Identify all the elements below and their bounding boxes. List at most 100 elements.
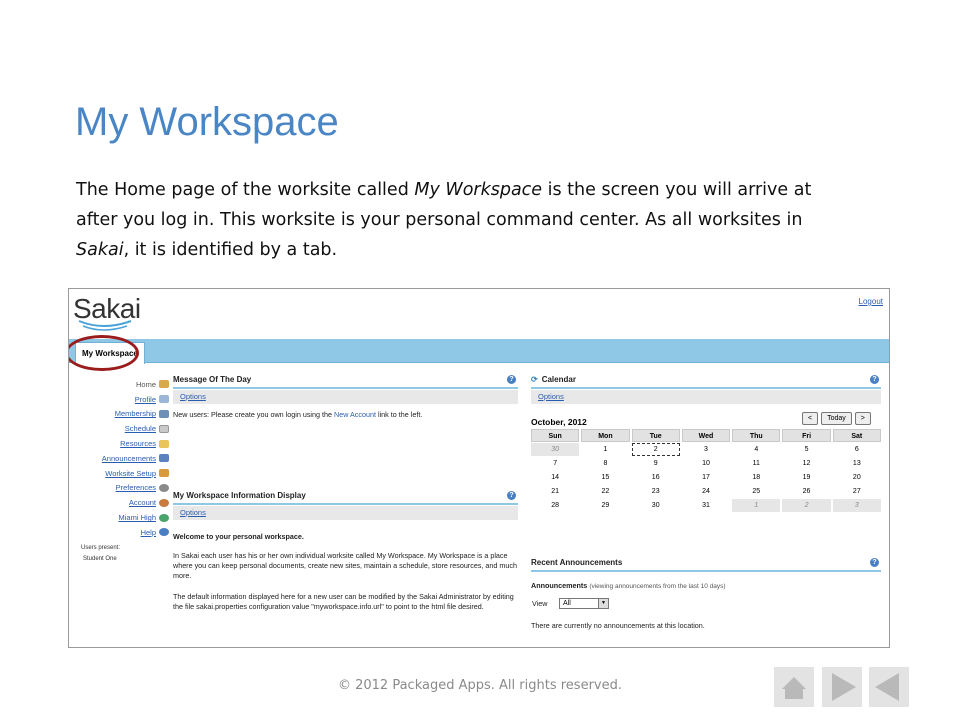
home-icon bbox=[782, 677, 806, 699]
calendar-day[interactable]: 23 bbox=[632, 485, 680, 498]
logout-link[interactable]: Logout bbox=[859, 297, 883, 306]
calendar-day[interactable]: 7 bbox=[531, 457, 579, 470]
sakai-swoosh-icon bbox=[78, 320, 132, 331]
motd-options-bar: Options bbox=[173, 390, 518, 404]
nav-worksite-setup-label: Worksite Setup bbox=[105, 468, 156, 478]
motd-options-link[interactable]: Options bbox=[180, 392, 206, 401]
nav-membership[interactable]: Membership bbox=[69, 407, 169, 422]
nav-miami-high[interactable]: Miami High bbox=[69, 510, 169, 525]
motd-text-b: link to the left. bbox=[375, 410, 423, 419]
motd-text: New users: Please create you own login u… bbox=[173, 410, 518, 420]
weekday-fri: Fri bbox=[782, 429, 831, 442]
nav-worksite-setup[interactable]: Worksite Setup bbox=[69, 466, 169, 481]
nav-schedule[interactable]: Schedule bbox=[69, 421, 169, 436]
sakai-logo: Sakai bbox=[73, 293, 143, 335]
motd-title: Message Of The Day bbox=[173, 375, 252, 384]
calendar-day[interactable]: 3 bbox=[832, 499, 881, 512]
calendar-day[interactable]: 2 bbox=[782, 499, 831, 512]
nav-home[interactable]: Home bbox=[69, 377, 169, 392]
calendar-options-bar: Options bbox=[531, 390, 881, 404]
nav-resources-label: Resources bbox=[120, 439, 156, 449]
calendar-day[interactable]: 18 bbox=[732, 471, 780, 484]
next-slide-button[interactable] bbox=[822, 667, 862, 707]
calendar-day-today[interactable]: 2 bbox=[631, 443, 680, 456]
weekday-sun: Sun bbox=[531, 429, 580, 442]
calendar-day[interactable]: 20 bbox=[833, 471, 881, 484]
calendar-day[interactable]: 17 bbox=[682, 471, 730, 484]
nav-profile[interactable]: Profile bbox=[69, 392, 169, 407]
nav-announcements[interactable]: Announcements bbox=[69, 451, 169, 466]
calendar-day[interactable]: 13 bbox=[833, 457, 881, 470]
calendar-day[interactable]: 9 bbox=[632, 457, 680, 470]
calendar-day[interactable]: 22 bbox=[581, 485, 629, 498]
calendar-day[interactable]: 6 bbox=[833, 443, 881, 456]
refresh-icon[interactable]: ⟳ bbox=[531, 375, 538, 384]
announcements-header: Recent Announcements ? bbox=[531, 556, 881, 572]
play-right-icon bbox=[832, 673, 856, 701]
motd-text-a: New users: Please create you own login u… bbox=[173, 410, 335, 419]
info-options-link[interactable]: Options bbox=[180, 508, 206, 517]
calendar-day[interactable]: 1 bbox=[581, 443, 629, 456]
view-select[interactable]: All ▼ bbox=[559, 598, 609, 609]
calendar-day[interactable]: 12 bbox=[782, 457, 830, 470]
calendar-day[interactable]: 8 bbox=[581, 457, 629, 470]
calendar-day[interactable]: 30 bbox=[632, 499, 680, 512]
calendar-day[interactable]: 1 bbox=[732, 499, 781, 512]
nav-resources[interactable]: Resources bbox=[69, 436, 169, 451]
announcements-help-icon[interactable]: ? bbox=[870, 558, 879, 567]
calendar-help-icon[interactable]: ? bbox=[870, 375, 879, 384]
calendar-day[interactable]: 26 bbox=[782, 485, 830, 498]
calendar-day[interactable]: 15 bbox=[581, 471, 629, 484]
calendar-day[interactable]: 4 bbox=[732, 443, 780, 456]
calendar-day[interactable]: 31 bbox=[682, 499, 730, 512]
chevron-down-icon: ▼ bbox=[598, 599, 608, 608]
info-help-icon[interactable]: ? bbox=[507, 491, 516, 500]
announcements-subheading: (viewing announcements from the last 10 … bbox=[589, 583, 726, 590]
calendar-options-link[interactable]: Options bbox=[538, 392, 564, 401]
home-slide-button[interactable] bbox=[774, 667, 814, 707]
calendar-day[interactable]: 24 bbox=[682, 485, 730, 498]
intro-emph-1: My Workspace bbox=[414, 180, 543, 200]
weekday-mon: Mon bbox=[581, 429, 630, 442]
nav-help-label: Help bbox=[140, 527, 156, 537]
motd-help-icon[interactable]: ? bbox=[507, 375, 516, 384]
info-header: My Workspace Information Display ? bbox=[173, 489, 518, 505]
calendar-day[interactable]: 30 bbox=[531, 443, 580, 456]
announcements-heading-line: Announcements (viewing announcements fro… bbox=[531, 581, 881, 592]
info-options-bar: Options bbox=[173, 506, 518, 520]
calendar-day[interactable]: 27 bbox=[833, 485, 881, 498]
nav-membership-label: Membership bbox=[114, 409, 156, 419]
nav-account[interactable]: Account bbox=[69, 495, 169, 510]
weekday-tue: Tue bbox=[631, 429, 680, 442]
calendar-day[interactable]: 14 bbox=[531, 471, 579, 484]
prev-month-button[interactable]: < bbox=[802, 412, 819, 425]
nav-preferences[interactable]: Preferences bbox=[69, 481, 169, 496]
nav-home-label: Home bbox=[135, 379, 156, 389]
info-title: My Workspace Information Display bbox=[173, 491, 306, 500]
intro-text-1: The Home page of the worksite called bbox=[76, 180, 415, 200]
calendar-weekday-row: Sun Mon Tue Wed Thu Fri Sat bbox=[531, 429, 881, 442]
calendar-week: 30 1 2 3 4 5 6 bbox=[531, 443, 881, 456]
calendar-month: October, 2012 bbox=[531, 417, 587, 427]
calendar-day[interactable]: 19 bbox=[782, 471, 830, 484]
calendar-day[interactable]: 3 bbox=[682, 443, 730, 456]
nav-account-label: Account bbox=[128, 498, 156, 508]
calendar-day[interactable]: 29 bbox=[581, 499, 629, 512]
globe-icon bbox=[159, 513, 169, 522]
calendar-day[interactable]: 10 bbox=[682, 457, 730, 470]
calendar-day[interactable]: 25 bbox=[732, 485, 780, 498]
prev-slide-button[interactable] bbox=[869, 667, 909, 707]
new-account-link[interactable]: New Account bbox=[334, 410, 376, 419]
calendar-day[interactable]: 21 bbox=[531, 485, 579, 498]
nav-preferences-label: Preferences bbox=[115, 483, 156, 493]
info-paragraph-2: The default information displayed here f… bbox=[173, 592, 514, 611]
weekday-thu: Thu bbox=[732, 429, 781, 442]
calendar-day[interactable]: 28 bbox=[531, 499, 579, 512]
today-button[interactable]: Today bbox=[821, 412, 852, 425]
nav-help[interactable]: Help bbox=[69, 525, 169, 540]
calendar-day[interactable]: 16 bbox=[632, 471, 680, 484]
next-month-button[interactable]: > bbox=[854, 412, 871, 425]
info-paragraph-1: In Sakai each user has his or her own in… bbox=[173, 551, 517, 580]
calendar-day[interactable]: 11 bbox=[732, 457, 780, 470]
calendar-day[interactable]: 5 bbox=[782, 443, 830, 456]
